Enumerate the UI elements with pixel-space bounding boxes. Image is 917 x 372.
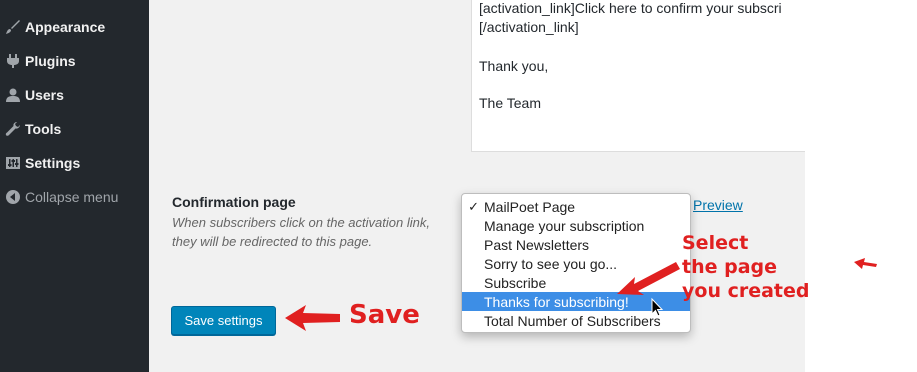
sidebar-item-label: Plugins bbox=[25, 53, 76, 69]
sidebar-item-label: Settings bbox=[25, 155, 81, 171]
collapse-menu-button[interactable]: Collapse menu bbox=[0, 180, 149, 214]
sidebar-item-label: Collapse menu bbox=[25, 189, 119, 205]
dropdown-option[interactable]: Manage your subscription bbox=[462, 216, 690, 235]
sidebar-item-label: Tools bbox=[25, 121, 62, 137]
confirmation-page-dropdown[interactable]: ✓ MailPoet Page Manage your subscription… bbox=[461, 193, 691, 333]
editor-line: [/activation_link] bbox=[479, 19, 579, 35]
editor-line: The Team bbox=[479, 95, 541, 111]
sidebar-item-users[interactable]: Users bbox=[0, 78, 149, 112]
confirmation-page-description: When subscribers click on the activation… bbox=[172, 215, 430, 249]
admin-sidebar: Appearance Plugins Users Tools Settings … bbox=[0, 0, 149, 372]
editor-line: [activation_link]Click here to confirm y… bbox=[479, 0, 782, 16]
sidebar-item-plugins[interactable]: Plugins bbox=[0, 44, 149, 78]
confirmation-page-title: Confirmation page bbox=[172, 194, 296, 210]
sidebar-item-appearance[interactable]: Appearance bbox=[0, 10, 149, 44]
preview-link[interactable]: Preview bbox=[693, 197, 743, 213]
sidebar-item-tools[interactable]: Tools bbox=[0, 112, 149, 146]
dropdown-option[interactable]: ✓ MailPoet Page bbox=[462, 197, 690, 216]
dropdown-option[interactable]: Past Newsletters bbox=[462, 235, 690, 254]
select-page-annotation: Select the page you created bbox=[682, 232, 810, 302]
editor-line: Thank you, bbox=[479, 58, 549, 74]
sidebar-item-settings[interactable]: Settings bbox=[0, 146, 149, 180]
users-icon bbox=[2, 87, 24, 103]
sidebar-item-label: Users bbox=[25, 87, 64, 103]
sidebar-item-label: Appearance bbox=[25, 19, 106, 35]
plugin-icon bbox=[2, 53, 24, 69]
collapse-icon bbox=[2, 189, 24, 205]
dropdown-option[interactable]: Subscribe bbox=[462, 273, 690, 292]
dropdown-option[interactable]: Sorry to see you go... bbox=[462, 254, 690, 273]
settings-icon bbox=[2, 155, 24, 171]
paintbrush-icon bbox=[2, 19, 24, 35]
checkmark-icon: ✓ bbox=[468, 198, 479, 214]
dropdown-option[interactable]: Total Number of Subscribers bbox=[462, 311, 690, 330]
dropdown-option-highlighted[interactable]: Thanks for subscribing! bbox=[462, 292, 690, 311]
save-settings-button[interactable]: Save settings bbox=[171, 306, 276, 335]
page-margin bbox=[805, 0, 917, 372]
save-annotation: Save bbox=[349, 300, 420, 330]
wrench-icon bbox=[2, 121, 24, 137]
confirmation-email-editor[interactable]: [activation_link]Click here to confirm y… bbox=[471, 0, 805, 152]
